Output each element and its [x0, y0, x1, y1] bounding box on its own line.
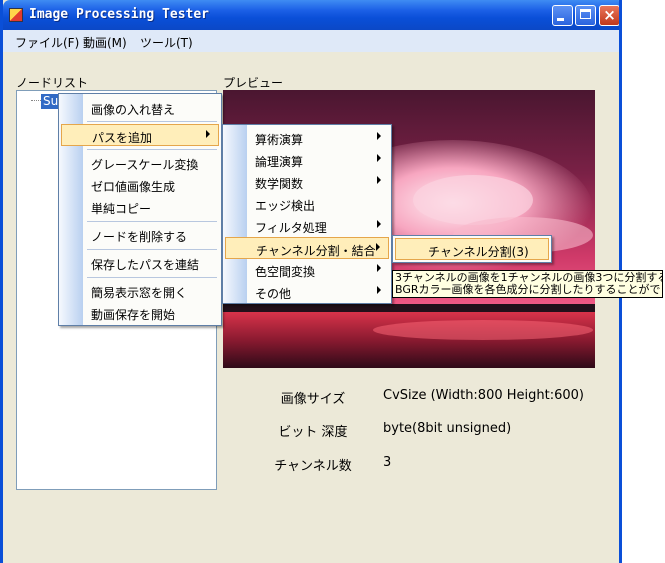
- menu-separator: [87, 221, 217, 222]
- channel-count-value: 3: [383, 455, 392, 470]
- submenu-item-other[interactable]: その他: [225, 281, 389, 303]
- submenu-item-math[interactable]: 数学関数: [225, 171, 389, 193]
- channel-count-label: チャンネル数: [274, 459, 352, 474]
- image-size-label: 画像サイズ: [280, 392, 346, 407]
- submenu-channel: チャンネル分割(3): [392, 235, 552, 263]
- bit-depth-label: ビット 深度: [278, 425, 348, 440]
- menu-item-grayscale[interactable]: グレースケール変換: [61, 152, 219, 174]
- preview-label: プレビュー: [223, 76, 284, 90]
- close-icon: ×: [603, 6, 616, 24]
- node-list-label: ノードリスト: [16, 76, 89, 90]
- minimize-button[interactable]: [552, 5, 573, 26]
- menu-separator: [87, 277, 217, 278]
- submenu-arrow-icon: [206, 130, 210, 138]
- menu-item-delete-node[interactable]: ノードを削除する: [61, 224, 219, 246]
- menu-separator: [87, 121, 217, 122]
- tree-connector: [31, 100, 41, 101]
- tooltip: 3チャンネルの画像を1チャンネルの画像3つに分割する BGRカラー画像を各色成分…: [392, 270, 663, 298]
- context-menu: 画像の入れ替え パスを追加 グレースケール変換 ゼロ値画像生成 単純コピー ノー…: [58, 93, 222, 326]
- menu-item-open-quick-view[interactable]: 簡易表示窓を開く: [61, 280, 219, 302]
- menu-item-simple-copy[interactable]: 単純コピー: [61, 196, 219, 218]
- maximize-button[interactable]: [575, 5, 596, 26]
- maximize-icon: [580, 9, 591, 19]
- tooltip-line-2: BGRカラー画像を各色成分に分割したりすることができる: [395, 283, 663, 296]
- submenu-arrow-icon: [377, 264, 381, 272]
- submenu-arrow-icon: [377, 132, 381, 140]
- close-button[interactable]: ×: [599, 5, 619, 26]
- menu-tools[interactable]: ツール(T): [140, 34, 193, 51]
- submenu-item-colorspace[interactable]: 色空間変換: [225, 259, 389, 281]
- menu-file[interactable]: ファイル(F): [15, 34, 79, 51]
- title-bar[interactable]: Image Processing Tester ×: [3, 0, 619, 30]
- window-title: Image Processing Tester: [29, 7, 210, 22]
- submenu-item-filter[interactable]: フィルタ処理: [225, 215, 389, 237]
- menu-item-zero-image[interactable]: ゼロ値画像生成: [61, 174, 219, 196]
- submenu-item-logic[interactable]: 論理演算: [225, 149, 389, 171]
- minimize-icon: [557, 18, 564, 21]
- submenu-add-path: 算術演算 論理演算 数学関数 エッジ検出 フィルタ処理 チャンネル分割・結合 色…: [222, 124, 392, 304]
- submenu-arrow-icon: [377, 286, 381, 294]
- submenu-item-edge[interactable]: エッジ検出: [225, 193, 389, 215]
- menu-item-join-saved-path[interactable]: 保存したパスを連結: [61, 252, 219, 274]
- menu-separator: [87, 249, 217, 250]
- menu-item-add-path[interactable]: パスを追加: [61, 124, 219, 146]
- submenu-arrow-icon: [376, 243, 380, 251]
- image-size-value: CvSize (Width:800 Height:600): [383, 388, 584, 403]
- bit-depth-value: byte(8bit unsigned): [383, 421, 512, 436]
- menu-item-start-video-save[interactable]: 動画保存を開始: [61, 302, 219, 324]
- submenu-arrow-icon: [377, 220, 381, 228]
- menu-item-swap-image[interactable]: 画像の入れ替え: [61, 97, 219, 119]
- menu-bar: ファイル(F) 動画(M) ツール(T): [3, 30, 619, 52]
- submenu-item-arithmetic[interactable]: 算術演算: [225, 127, 389, 149]
- submenu-item-channel[interactable]: チャンネル分割・結合: [225, 237, 389, 259]
- submenu-arrow-icon: [377, 176, 381, 184]
- menu-video[interactable]: 動画(M): [83, 34, 127, 51]
- submenu-arrow-icon: [377, 154, 381, 162]
- menu-separator: [87, 149, 217, 150]
- app-icon: [9, 8, 23, 22]
- submenu-item-channel-split[interactable]: チャンネル分割(3): [395, 238, 549, 260]
